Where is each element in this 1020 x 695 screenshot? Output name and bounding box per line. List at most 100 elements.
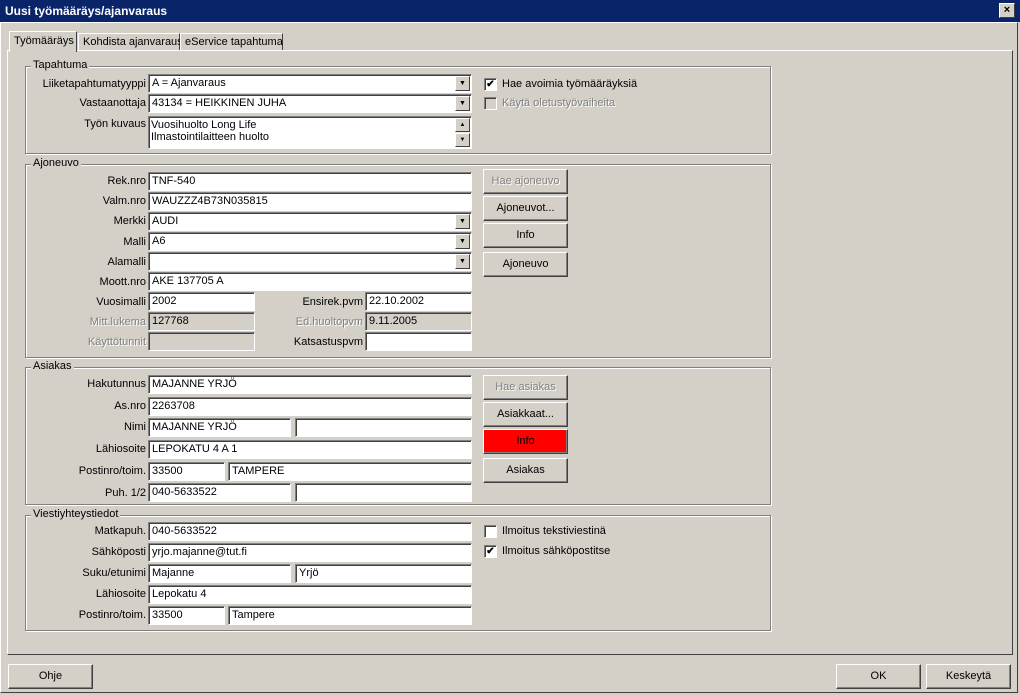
tekstiviesti-checkbox[interactable] bbox=[484, 525, 497, 538]
moott-nro-label: Moott.nro bbox=[99, 276, 146, 288]
chevron-down-icon[interactable]: ▼ bbox=[455, 214, 470, 229]
vastaanottaja-value: 43134 = HEIKKINEN JUHA bbox=[152, 97, 287, 109]
group-tapahtuma-legend: Tapahtuma bbox=[31, 59, 90, 71]
scrollbar[interactable]: ▲ ▼ bbox=[455, 118, 470, 147]
rek-nro-label: Rek.nro bbox=[107, 175, 146, 187]
ensirek-pvm-input[interactable]: 22.10.2002 bbox=[365, 292, 472, 311]
tab-tyomaarays[interactable]: Työmääräys bbox=[9, 31, 77, 52]
window-title: Uusi työmääräys/ajanvaraus bbox=[5, 4, 168, 18]
merkki-value: AUDI bbox=[152, 215, 179, 227]
malli-label: Malli bbox=[123, 236, 146, 248]
sahkoposti-checkbox-label: Ilmoitus sähköpostitse bbox=[502, 545, 611, 557]
asiakas-info-button[interactable]: Info bbox=[483, 429, 568, 454]
malli-value: A6 bbox=[152, 235, 166, 247]
puh1-input[interactable]: 040-5633522 bbox=[148, 483, 291, 502]
ed-huoltopvm-label: Ed.huoltopvm bbox=[295, 316, 363, 328]
lahiosoite-input[interactable]: LEPOKATU 4 A 1 bbox=[148, 440, 472, 459]
close-button[interactable]: × bbox=[999, 3, 1015, 18]
merkki-label: Merkki bbox=[113, 215, 146, 227]
tab-eservice-tapahtuma[interactable]: eService tapahtuma bbox=[180, 33, 283, 51]
tekstiviesti-label: Ilmoitus tekstiviestinä bbox=[502, 525, 606, 537]
katsastuspvm-label: Katsastuspvm bbox=[293, 336, 363, 348]
rek-nro-input[interactable]: TNF-540 bbox=[148, 172, 472, 191]
v-postinro-input[interactable]: 33500 bbox=[148, 606, 225, 625]
title-bar: Uusi työmääräys/ajanvaraus × bbox=[0, 0, 1020, 22]
malli-select[interactable]: A6 ▼ bbox=[148, 232, 472, 251]
alamalli-label: Alamalli bbox=[107, 256, 146, 268]
tyon-kuvaus-textarea[interactable]: Vuosihuolto Long Life Ilmastointilaittee… bbox=[148, 116, 472, 149]
hae-asiakas-button: Hae asiakas bbox=[483, 375, 568, 400]
ajoneuvo-info-button[interactable]: Info bbox=[483, 223, 568, 248]
ensirek-pvm-label: Ensirek.pvm bbox=[302, 296, 363, 308]
v-toimipaikka-input[interactable]: Tampere bbox=[228, 606, 472, 625]
merkki-select[interactable]: AUDI ▼ bbox=[148, 212, 472, 231]
vuosimalli-input[interactable]: 2002 bbox=[148, 292, 255, 311]
vastaanottaja-label: Vastaanottaja bbox=[79, 97, 146, 109]
scroll-down-icon[interactable]: ▼ bbox=[455, 133, 470, 147]
lahiosoite-label: Lähiosoite bbox=[95, 443, 146, 455]
vastaanottaja-select[interactable]: 43134 = HEIKKINEN JUHA ▼ bbox=[148, 94, 472, 113]
sahkoposti-label: Sähköposti bbox=[91, 546, 146, 558]
etunimi-input[interactable]: Yrjö bbox=[295, 564, 472, 583]
valm-nro-label: Valm.nro bbox=[102, 195, 146, 207]
as-nro-label: As.nro bbox=[114, 400, 146, 412]
puh2-input[interactable] bbox=[295, 483, 472, 502]
moott-nro-input[interactable]: AKE 137705 A bbox=[148, 272, 472, 291]
keskeyta-button[interactable]: Keskeytä bbox=[926, 664, 1011, 689]
matkapuh-input[interactable]: 040-5633522 bbox=[148, 522, 472, 541]
ohje-button[interactable]: Ohje bbox=[8, 664, 93, 689]
vuosimalli-label: Vuosimalli bbox=[96, 296, 146, 308]
hakutunnus-input[interactable]: MAJANNE YRJÖ bbox=[148, 375, 472, 394]
postinro-input[interactable]: 33500 bbox=[148, 462, 225, 481]
ajoneuvo-button[interactable]: Ajoneuvo bbox=[483, 252, 568, 277]
ed-huoltopvm-input: 9.11.2005 bbox=[365, 312, 472, 331]
v-lahiosoite-label: Lähiosoite bbox=[95, 588, 146, 600]
asiakas-button[interactable]: Asiakas bbox=[483, 458, 568, 483]
suku-etunimi-label: Suku/etunimi bbox=[82, 567, 146, 579]
ok-button[interactable]: OK bbox=[836, 664, 921, 689]
chevron-down-icon[interactable]: ▼ bbox=[455, 234, 470, 249]
sahkoposti-input[interactable]: yrjo.majanne@tut.fi bbox=[148, 543, 472, 562]
group-ajoneuvo-legend: Ajoneuvo bbox=[31, 157, 81, 169]
kayttotunnit-input bbox=[148, 332, 255, 351]
as-nro-input[interactable]: 2263708 bbox=[148, 397, 472, 416]
toimipaikka-input[interactable]: TAMPERE bbox=[228, 462, 472, 481]
puh-label: Puh. 1/2 bbox=[105, 487, 146, 499]
chevron-down-icon[interactable]: ▼ bbox=[455, 76, 470, 91]
kayta-oletus-checkbox bbox=[484, 97, 497, 110]
hakutunnus-label: Hakutunnus bbox=[87, 378, 146, 390]
tyon-kuvaus-line: Ilmastointilaitteen huolto bbox=[151, 131, 270, 143]
hae-avoimia-checkbox[interactable]: ✔ bbox=[484, 78, 497, 91]
kayttotunnit-label: Käyttötunnit bbox=[87, 336, 146, 348]
valm-nro-input[interactable]: WAUZZZ4B73N035815 bbox=[148, 192, 472, 211]
sahkoposti-checkbox[interactable]: ✔ bbox=[484, 545, 497, 558]
nimi-input[interactable]: MAJANNE YRJÖ bbox=[148, 418, 291, 437]
liiketapahtumatyyppi-label: Liiketapahtumatyyppi bbox=[42, 78, 146, 90]
tab-kohdista-ajanvaraus[interactable]: Kohdista ajanvaraus bbox=[78, 33, 183, 51]
mitt-lukema-input: 127768 bbox=[148, 312, 255, 331]
group-viestiyhteystiedot-legend: Viestiyhteystiedot bbox=[31, 508, 121, 520]
katsastuspvm-input[interactable] bbox=[365, 332, 472, 351]
scroll-up-icon[interactable]: ▲ bbox=[455, 118, 470, 132]
asiakkaat-button[interactable]: Asiakkaat... bbox=[483, 402, 568, 427]
group-asiakas-legend: Asiakas bbox=[31, 360, 74, 372]
tyon-kuvaus-label: Työn kuvaus bbox=[84, 118, 146, 130]
alamalli-select[interactable]: ▼ bbox=[148, 252, 472, 271]
chevron-down-icon[interactable]: ▼ bbox=[455, 96, 470, 111]
nimi2-input[interactable] bbox=[295, 418, 472, 437]
postinro-label: Postinro/toim. bbox=[78, 465, 146, 477]
liiketapahtumatyyppi-value: A = Ajanvaraus bbox=[152, 77, 226, 89]
mitt-lukema-label: Mitt.lukema bbox=[89, 316, 146, 328]
ajoneuvot-button[interactable]: Ajoneuvot... bbox=[483, 196, 568, 221]
kayta-oletus-label: Käytä oletustyövaiheita bbox=[502, 97, 616, 109]
hae-ajoneuvo-button: Hae ajoneuvo bbox=[483, 169, 568, 194]
liiketapahtumatyyppi-select[interactable]: A = Ajanvaraus ▼ bbox=[148, 74, 472, 93]
v-postinro-label: Postinro/toim. bbox=[78, 609, 146, 621]
matkapuh-label: Matkapuh. bbox=[94, 525, 146, 537]
v-lahiosoite-input[interactable]: Lepokatu 4 bbox=[148, 585, 472, 604]
sukunimi-input[interactable]: Majanne bbox=[148, 564, 291, 583]
nimi-label: Nimi bbox=[124, 421, 146, 433]
hae-avoimia-label: Hae avoimia työmääräyksiä bbox=[502, 78, 638, 90]
chevron-down-icon[interactable]: ▼ bbox=[455, 254, 470, 269]
tyon-kuvaus-line: Vuosihuolto Long Life bbox=[151, 119, 257, 131]
